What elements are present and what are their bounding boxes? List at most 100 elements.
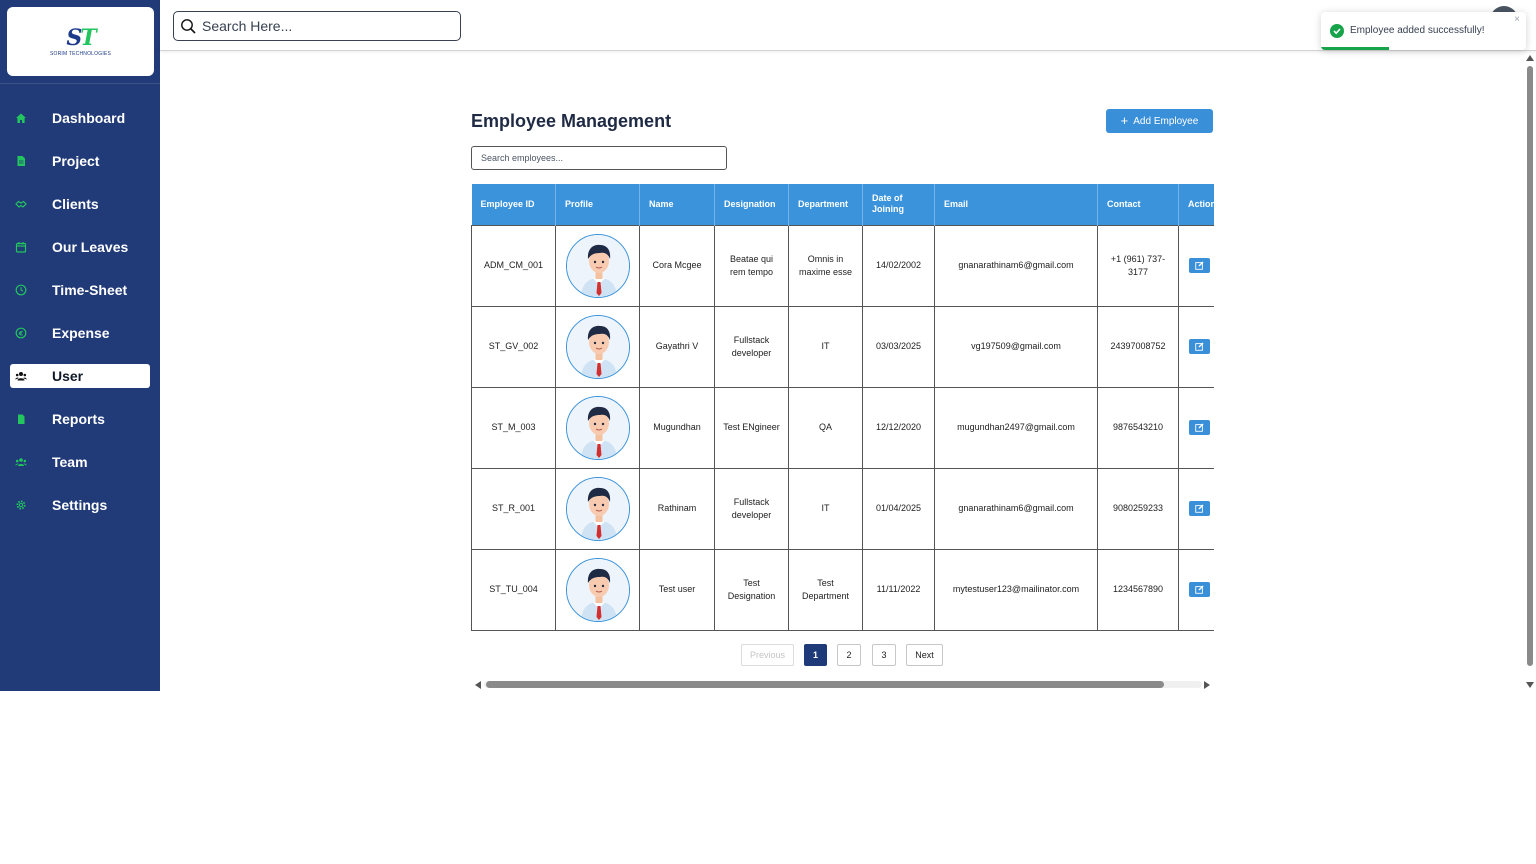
cell-doj: 01/04/2025 bbox=[862, 467, 935, 550]
next-page-button[interactable]: Next bbox=[906, 644, 943, 666]
page-button-3[interactable]: 3 bbox=[872, 644, 896, 666]
column-header-employee-id[interactable]: Employee ID bbox=[471, 184, 556, 225]
table-horizontal-scrollbar[interactable] bbox=[472, 678, 1214, 692]
sidebar-item-project[interactable]: Project bbox=[0, 139, 160, 182]
scroll-thumb-horizontal[interactable] bbox=[486, 681, 1164, 688]
cell-contact: 9080259233 bbox=[1097, 467, 1179, 550]
cell-email: mugundhan2497@gmail.com bbox=[934, 386, 1098, 469]
sidebar-item-reports[interactable]: Reports bbox=[0, 397, 160, 440]
column-header-name[interactable]: Name bbox=[639, 184, 715, 225]
sidebar-item-our-leaves[interactable]: Our Leaves bbox=[0, 225, 160, 268]
page-button-2[interactable]: 2 bbox=[837, 644, 861, 666]
sidebar-item-clients[interactable]: Clients bbox=[0, 182, 160, 225]
profile-cell bbox=[555, 548, 640, 631]
sidebar-item-label: Expense bbox=[52, 324, 110, 341]
column-header-date-of-joining[interactable]: Date of Joining bbox=[862, 184, 935, 225]
employee-table: Employee ID Profile Name Designation Departm… bbox=[471, 184, 1214, 631]
action-cell bbox=[1178, 467, 1214, 550]
svg-text:€: € bbox=[18, 329, 24, 337]
table-row: ST_GV_002 Gayathri V Fullstack developer I… bbox=[471, 305, 1214, 388]
edit-employee-button[interactable] bbox=[1189, 500, 1210, 516]
cell-doj: 12/12/2020 bbox=[862, 386, 935, 469]
sidebar-item-time-sheet[interactable]: Time-Sheet bbox=[0, 268, 160, 311]
scroll-thumb[interactable] bbox=[1527, 66, 1533, 666]
scroll-up-arrow-icon[interactable] bbox=[1526, 55, 1534, 61]
sidebar: ST SORIM TECHNOLOGIES Dashboard Project Cl… bbox=[0, 0, 160, 691]
cell-contact: 24397008752 bbox=[1097, 305, 1179, 388]
cell-name: Cora Mcgee bbox=[639, 224, 715, 307]
cell-name: Gayathri V bbox=[639, 305, 715, 388]
cell-designation: Fullstack developer bbox=[714, 305, 789, 388]
users-icon bbox=[15, 370, 27, 382]
column-header-email[interactable]: Email bbox=[934, 184, 1098, 225]
column-header-designation[interactable]: Designation bbox=[714, 184, 789, 225]
action-cell bbox=[1178, 386, 1214, 469]
cell-doj: 11/11/2022 bbox=[862, 548, 935, 631]
employee-avatar bbox=[565, 314, 630, 379]
logo-company-name: SORIM TECHNOLOGIES bbox=[49, 50, 112, 57]
add-employee-button[interactable]: + Add Employee bbox=[1106, 109, 1213, 133]
edit-employee-button[interactable] bbox=[1189, 338, 1210, 354]
cell-doj: 03/03/2025 bbox=[862, 305, 935, 388]
page-button-1[interactable]: 1 bbox=[804, 644, 827, 666]
edit-employee-button[interactable] bbox=[1189, 419, 1210, 435]
sidebar-item-label: Time-Sheet bbox=[52, 281, 128, 298]
employee-avatar bbox=[565, 395, 630, 460]
plus-icon: + bbox=[1120, 113, 1129, 128]
action-cell bbox=[1178, 305, 1214, 388]
check-circle-icon bbox=[1330, 24, 1344, 38]
sidebar-item-label: Reports bbox=[52, 410, 105, 427]
sidebar-divider bbox=[0, 83, 160, 84]
success-toast: Employee added successfully! × bbox=[1321, 12, 1526, 50]
sidebar-item-settings[interactable]: Settings bbox=[0, 483, 160, 526]
cell-email: vg197509@gmail.com bbox=[934, 305, 1098, 388]
column-header-contact[interactable]: Contact bbox=[1097, 184, 1179, 225]
cell-department: QA bbox=[788, 386, 863, 469]
cell-contact: +1 (961) 737-3177 bbox=[1097, 224, 1179, 307]
edit-employee-button[interactable] bbox=[1189, 257, 1210, 273]
scroll-right-arrow-icon[interactable] bbox=[1204, 681, 1210, 689]
column-header-action[interactable]: Action bbox=[1178, 184, 1214, 225]
cell-designation: Test Designation bbox=[714, 548, 789, 631]
global-search[interactable] bbox=[173, 11, 461, 41]
previous-page-button[interactable]: Previous bbox=[741, 644, 794, 666]
sidebar-item-label: User bbox=[52, 367, 84, 384]
sidebar-item-label: Project bbox=[52, 152, 100, 169]
toast-message: Employee added successfully! bbox=[1350, 25, 1485, 36]
sidebar-item-dashboard[interactable]: Dashboard bbox=[0, 96, 160, 139]
column-header-department[interactable]: Department bbox=[788, 184, 863, 225]
handshake-icon bbox=[15, 198, 27, 210]
action-cell bbox=[1178, 224, 1214, 307]
cell-doj: 14/02/2002 bbox=[862, 224, 935, 307]
scroll-down-arrow-icon[interactable] bbox=[1526, 682, 1534, 688]
sidebar-item-user[interactable]: User bbox=[0, 354, 160, 397]
company-logo[interactable]: ST SORIM TECHNOLOGIES bbox=[7, 7, 154, 76]
employee-search-input[interactable] bbox=[471, 146, 727, 170]
toast-progress-bar bbox=[1321, 47, 1389, 50]
edit-employee-button[interactable] bbox=[1189, 581, 1210, 597]
sidebar-item-team[interactable]: Team bbox=[0, 440, 160, 483]
toast-close-icon[interactable]: × bbox=[1514, 14, 1520, 25]
profile-cell bbox=[555, 467, 640, 550]
currency-icon: € bbox=[15, 327, 27, 339]
cell-email: gnanarathinam6@gmail.com bbox=[934, 467, 1098, 550]
sidebar-item-label: Dashboard bbox=[52, 109, 126, 126]
column-header-profile[interactable]: Profile bbox=[555, 184, 640, 225]
sidebar-item-expense[interactable]: € Expense bbox=[0, 311, 160, 354]
table-body: ADM_CM_001 Cora Mcgee Beatae qui rem temp… bbox=[471, 224, 1214, 631]
calendar-icon bbox=[15, 241, 27, 253]
scroll-left-arrow-icon[interactable] bbox=[475, 681, 481, 689]
profile-cell bbox=[555, 305, 640, 388]
cell-email: gnanarathinam6@gmail.com bbox=[934, 224, 1098, 307]
table-row: ST_R_001 Rathinam Fullstack developer IT 01… bbox=[471, 467, 1214, 550]
cell-id: ST_GV_002 bbox=[471, 305, 556, 388]
global-search-input[interactable] bbox=[202, 18, 452, 34]
employee-table-container: Employee ID Profile Name Designation Departm… bbox=[471, 184, 1214, 632]
cell-department: Omnis in maxime esse bbox=[788, 224, 863, 307]
cell-department: Test Department bbox=[788, 548, 863, 631]
cell-designation: Fullstack developer bbox=[714, 467, 789, 550]
table-header-row: Employee ID Profile Name Designation Departm… bbox=[471, 184, 1214, 225]
gear-icon bbox=[15, 499, 27, 511]
page-vertical-scrollbar[interactable] bbox=[1524, 53, 1536, 691]
cell-department: IT bbox=[788, 467, 863, 550]
